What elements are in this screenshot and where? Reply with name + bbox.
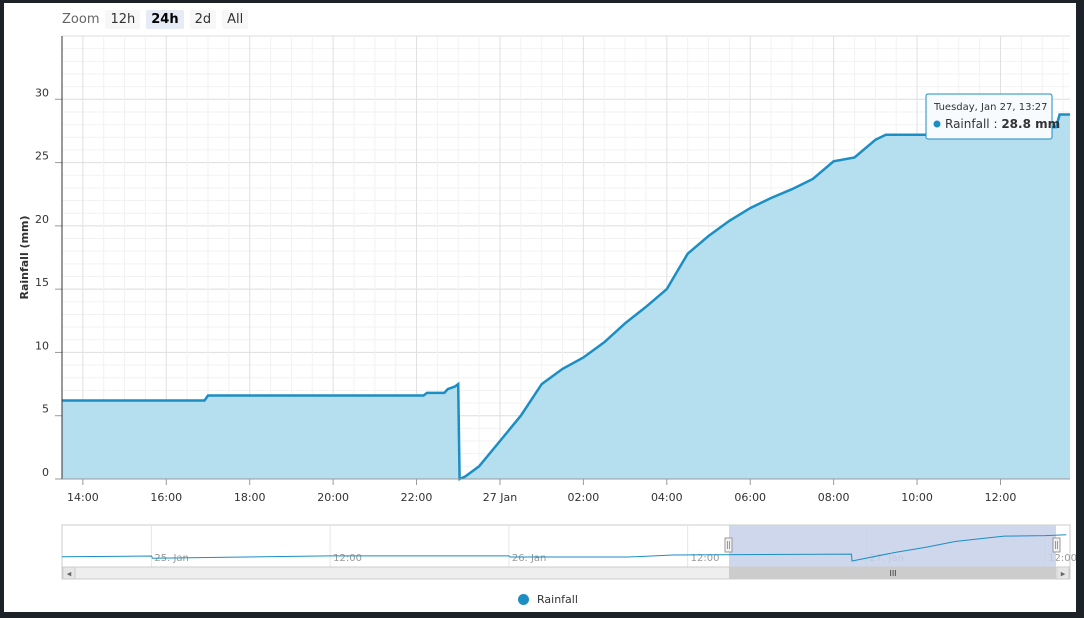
tooltip-colon: :	[993, 117, 1001, 131]
x-tick-label: 14:00	[67, 491, 99, 504]
x-tick-label: 22:00	[401, 491, 433, 504]
y-tick-label: 5	[42, 403, 49, 416]
rainfall-chart: 14:00 16:00 18:00 20:00 22:00 27 Jan 02:00 04:0…	[18, 35, 1070, 504]
x-tick-label: 04:00	[651, 491, 683, 504]
tooltip-value: 28.8 mm	[1001, 117, 1060, 131]
y-tick-label: 30	[35, 86, 49, 99]
navigator-handle-right[interactable]	[1052, 537, 1061, 553]
scrollbar-grip: III	[889, 569, 896, 578]
scroll-left-icon: ◂	[67, 570, 72, 580]
rainfall-area	[62, 114, 1070, 479]
y-tick-label: 25	[35, 150, 49, 163]
y-tick-label: 15	[35, 276, 49, 289]
x-tick-label: 02:00	[568, 491, 600, 504]
navigator-selection[interactable]	[729, 525, 1056, 567]
x-tick-label: 12:00	[985, 491, 1017, 504]
chart-panel: Zoom 12h 24h 2d All 14:00 16:00 18:00 20:00…	[4, 3, 1076, 612]
legend-item-rainfall[interactable]: Rainfall	[518, 593, 578, 606]
x-tick-label: 20:00	[317, 491, 349, 504]
tooltip: Tuesday, Jan 27, 13:27 Rainfall : 28.8 m…	[925, 93, 1060, 140]
x-tick-label: 16:00	[150, 491, 182, 504]
navigator-handle-left[interactable]	[724, 537, 733, 553]
x-tick-label: 10:00	[901, 491, 933, 504]
x-tick-label: 18:00	[234, 491, 266, 504]
y-tick-label: 20	[35, 213, 49, 226]
tooltip-series-dot	[933, 120, 941, 128]
x-tick-label: 08:00	[818, 491, 850, 504]
legend-label: Rainfall	[537, 593, 578, 606]
y-tick-label: 0	[42, 466, 49, 479]
legend-dot-icon	[518, 594, 529, 605]
y-axis-label: Rainfall (mm)	[18, 215, 31, 299]
navigator-label: 12:00	[333, 553, 362, 564]
tooltip-value-line: Rainfall : 28.8 mm	[945, 117, 1060, 131]
navigator-label: 26. Jan	[512, 553, 547, 564]
y-tick-label: 10	[35, 339, 49, 352]
scroll-right-icon: ▸	[1061, 570, 1066, 580]
navigator[interactable]: 25. Jan12:0026. Jan12:0027. Jan12:00 III…	[4, 523, 1076, 603]
tooltip-date: Tuesday, Jan 27, 13:27	[933, 102, 1048, 113]
tooltip-series-name: Rainfall	[945, 117, 990, 131]
x-tick-label: 27 Jan	[483, 491, 517, 504]
x-tick-label: 06:00	[734, 491, 766, 504]
